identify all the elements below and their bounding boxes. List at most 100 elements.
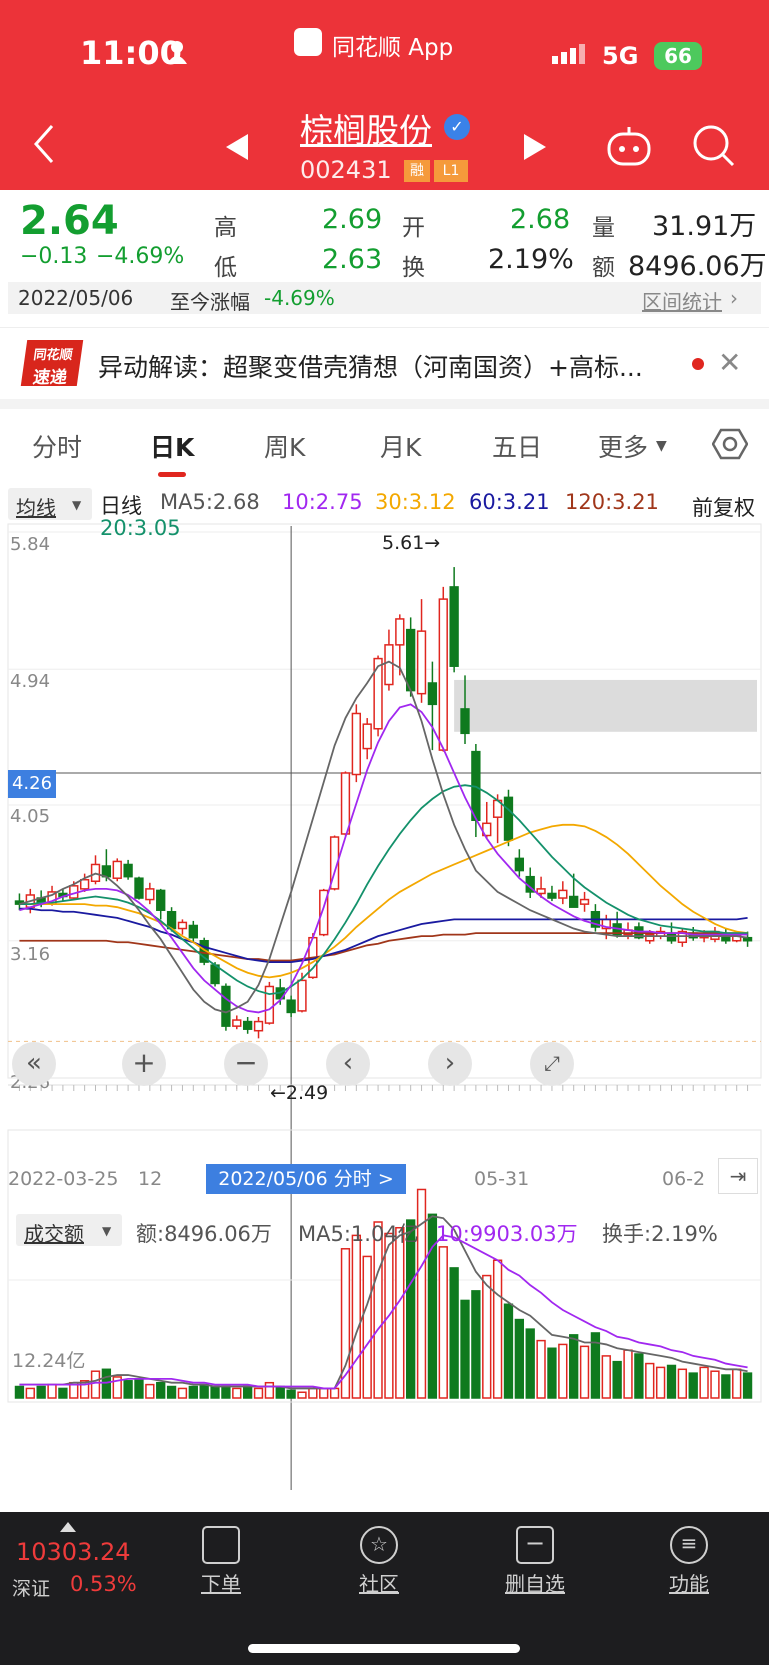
caret-down-icon: ▼ — [656, 438, 667, 454]
candle — [536, 888, 546, 895]
tab-timeshare[interactable]: 分时 — [32, 428, 82, 464]
next-stock-button[interactable] — [522, 134, 546, 164]
volume-bar — [36, 1385, 46, 1399]
volume-bar — [558, 1343, 568, 1399]
y-label-2: 4.94 — [10, 671, 51, 692]
volume-bar — [645, 1362, 655, 1399]
tab-daily-k[interactable]: 日K — [150, 428, 194, 464]
volume-ma10: 10:9903.03万 — [436, 1222, 578, 1246]
volume-bar — [362, 1255, 372, 1399]
volume-bar — [634, 1353, 644, 1399]
robot-icon[interactable] — [606, 124, 652, 172]
network-label: 5G — [602, 42, 639, 70]
nav-remove-watchlist[interactable]: − 删自选 — [490, 1526, 580, 1597]
candle — [416, 630, 427, 695]
caret-down-icon: ▼ — [102, 1224, 112, 1238]
tab-monthly-k[interactable]: 月K — [380, 428, 421, 464]
volume-bar — [101, 1368, 112, 1399]
volume-bar — [232, 1387, 242, 1399]
price-plot-frame — [7, 523, 762, 1079]
nav-order[interactable]: 下单 — [176, 1526, 266, 1597]
volume-bar — [547, 1347, 557, 1399]
candle — [362, 723, 372, 750]
nav-function-label: 功能 — [669, 1572, 709, 1596]
unread-dot — [692, 358, 704, 370]
high-marker-label: 5.61→ — [382, 532, 441, 554]
ma5-value: MA5:2.68 — [160, 490, 260, 514]
ma-selector-label: 均线 — [16, 496, 56, 520]
margin-badge: 融 — [404, 160, 430, 182]
tab-five-day[interactable]: 五日 — [492, 428, 542, 464]
candle — [503, 796, 514, 841]
timeshare-link-button[interactable]: 2022/05/06 分时 > — [206, 1164, 406, 1194]
current-price: 2.64 — [20, 198, 119, 244]
candle — [145, 888, 155, 901]
settings-icon[interactable] — [711, 428, 749, 464]
volume-bar — [210, 1385, 220, 1399]
volume-bar — [492, 1259, 503, 1399]
volume-bar — [253, 1387, 264, 1399]
ma10-value: 10:2.75 — [282, 490, 363, 514]
candle — [221, 985, 231, 1027]
range-stats-link[interactable]: 区间统计 — [642, 286, 722, 315]
scroll-left-button[interactable]: ‹ — [326, 1042, 370, 1086]
candle — [438, 598, 448, 751]
fullscreen-button[interactable]: ⤢ — [530, 1042, 574, 1086]
nav-function[interactable]: ≡ 功能 — [644, 1526, 734, 1597]
zoom-in-button[interactable]: + — [122, 1042, 166, 1086]
period-tabs: 分时 日K 周K 月K 五日 更多 ▼ — [0, 410, 769, 478]
volume-bar — [275, 1385, 285, 1399]
low-marker-label: ←2.49 — [270, 1082, 329, 1104]
news-text[interactable]: 异动解读：超聚变借壳猜想（河南国资）+高标... — [98, 348, 678, 384]
volume-bar — [503, 1303, 514, 1399]
candle — [514, 857, 525, 872]
turnover-label: 换 — [402, 255, 425, 281]
index-value[interactable]: 10303.24 — [16, 1538, 131, 1566]
adjust-mode-label[interactable]: 前复权 — [692, 492, 755, 522]
volume-bar — [156, 1381, 166, 1399]
ma20-line — [19, 784, 748, 996]
nav-order-label: 下单 — [201, 1572, 241, 1596]
quote-panel: 2.64 −0.13 −4.69% 高 2.69 低 2.63 开 2.68 换… — [0, 190, 769, 325]
x-date-end: 06-2 — [662, 1168, 706, 1190]
back-button[interactable] — [32, 124, 56, 168]
tab-more[interactable]: 更多 — [598, 428, 648, 464]
news-banner[interactable]: 同花顺 速递 异动解读：超聚变借壳猜想（河南国资）+高标... ✕ — [0, 327, 769, 399]
kline-chart-area[interactable]: 均线 ▼ 日线 MA5:2.68 10:2.75 30:3.12 60:3.21… — [0, 478, 769, 1518]
prev-stock-button[interactable] — [226, 134, 250, 164]
candle — [384, 644, 394, 686]
candle — [264, 985, 275, 1024]
candle — [579, 898, 590, 905]
amount-label: 额 — [592, 255, 615, 281]
volume-bar — [395, 1226, 405, 1399]
signal-icon — [552, 44, 586, 70]
volume-bar — [677, 1368, 688, 1399]
scroll-right-button[interactable]: › — [428, 1042, 472, 1086]
zoom-out-button[interactable]: − — [224, 1042, 268, 1086]
candle — [569, 895, 579, 908]
close-icon[interactable]: ✕ — [718, 346, 741, 379]
volume-type-label: 成交额 — [24, 1222, 84, 1246]
search-icon[interactable] — [692, 124, 736, 172]
volume-amount: 额:8496.06万 — [136, 1222, 272, 1246]
volume-bar — [319, 1387, 329, 1399]
index-pct: 0.53% — [70, 1572, 137, 1596]
nav-community[interactable]: ☆ 社区 — [334, 1526, 424, 1597]
low-value: 2.63 — [322, 244, 383, 275]
since-label: 至今涨幅 — [170, 290, 250, 314]
kline-chart[interactable] — [0, 478, 769, 1518]
candle — [177, 921, 188, 930]
x-date-start-b: 12 — [138, 1168, 163, 1190]
jump-latest-button[interactable]: ⇥ — [718, 1158, 758, 1194]
collapse-button[interactable]: « — [12, 1042, 56, 1086]
battery-icon: 66 — [654, 42, 702, 70]
volume-bar — [242, 1385, 253, 1399]
crosshair-price-label: 4.26 — [8, 770, 56, 798]
volume-bar — [25, 1387, 35, 1399]
volume-bar — [482, 1274, 492, 1399]
stock-name[interactable]: 棕榈股份 — [300, 104, 432, 152]
candle — [232, 1019, 242, 1027]
chevron-right-icon: › — [730, 286, 738, 310]
volume-bar — [536, 1339, 546, 1399]
tab-weekly-k[interactable]: 周K — [264, 428, 305, 464]
